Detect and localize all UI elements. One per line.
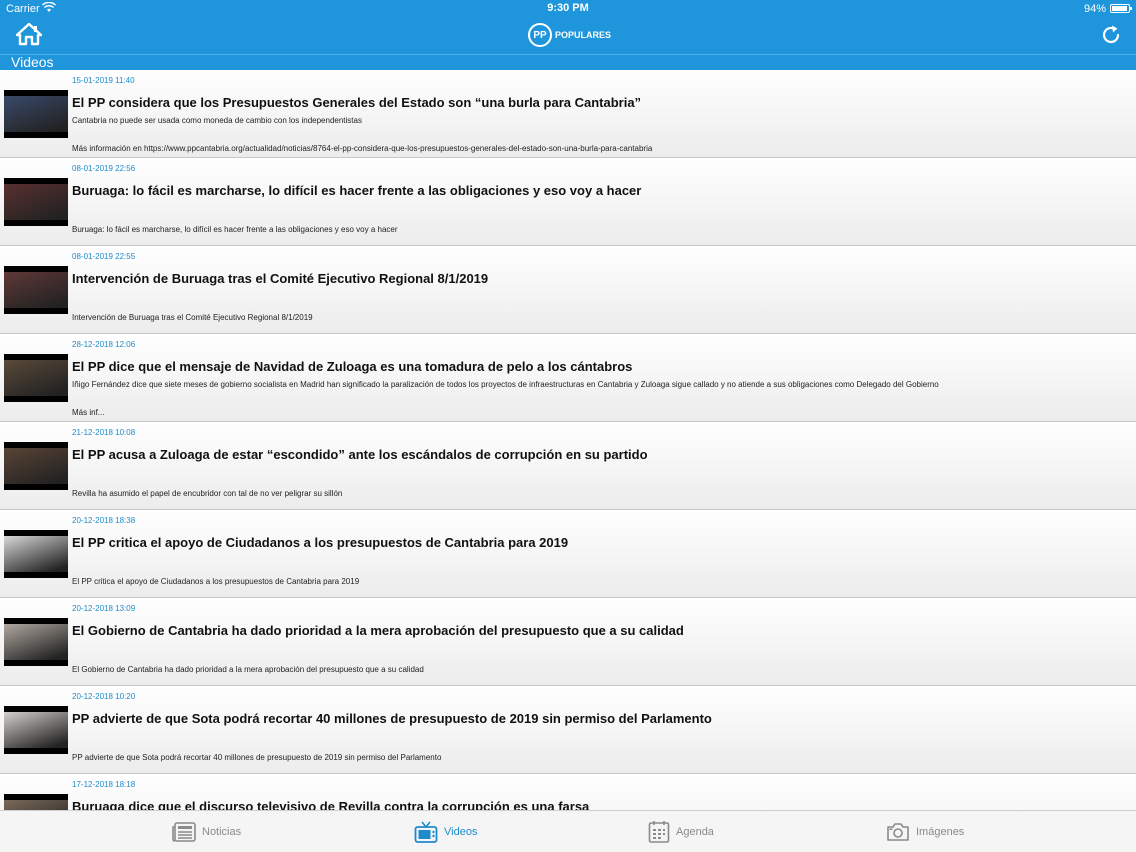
tab-agenda[interactable]: Agenda	[648, 811, 714, 852]
video-thumbnail[interactable]	[4, 794, 68, 810]
video-thumbnail[interactable]	[4, 266, 68, 314]
video-summary: Intervención de Buruaga tras el Comité E…	[72, 313, 313, 322]
video-list-item[interactable]: 20-12-2018 13:09 El Gobierno de Cantabria…	[0, 598, 1136, 686]
thumbnail-image	[4, 624, 68, 660]
video-list-item[interactable]: 08-01-2019 22:55 Intervención de Buruaga …	[0, 246, 1136, 334]
thumbnail-image	[4, 184, 68, 220]
clock-label: 9:30 PM	[547, 2, 589, 14]
video-title[interactable]: El PP dice que el mensaje de Navidad de …	[72, 359, 632, 374]
video-summary: El PP critica el apoyo de Ciudadanos a l…	[72, 577, 360, 586]
video-title[interactable]: Buruaga dice que el discurso televisivo …	[72, 799, 589, 810]
video-summary: El Gobierno de Cantabria ha dado priorid…	[72, 665, 424, 674]
video-summary: Buruaga: lo fácil es marcharse, lo difíc…	[72, 225, 398, 234]
tab-bar: Noticias Videos Agenda Imágenes	[0, 810, 1136, 852]
video-title[interactable]: El PP acusa a Zuloaga de estar “escondid…	[72, 447, 648, 462]
video-title[interactable]: El PP considera que los Presupuestos Gen…	[72, 95, 641, 110]
video-thumbnail[interactable]	[4, 442, 68, 490]
tab-videos[interactable]: Videos	[414, 811, 477, 852]
tv-icon	[414, 821, 438, 843]
video-date: 08-01-2019 22:56	[72, 164, 136, 173]
video-thumbnail[interactable]	[4, 354, 68, 402]
video-title[interactable]: El PP critica el apoyo de Ciudadanos a l…	[72, 535, 568, 550]
thumbnail-image	[4, 536, 68, 572]
video-date: 15-01-2019 11:40	[72, 76, 135, 85]
video-list-item[interactable]: 20-12-2018 18:38 El PP critica el apoyo d…	[0, 510, 1136, 598]
thumbnail-image	[4, 800, 68, 810]
video-date: 17-12-2018 18:18	[72, 780, 136, 789]
video-list-item[interactable]: 21-12-2018 10:08 El PP acusa a Zuloaga de…	[0, 422, 1136, 510]
tab-label: Imágenes	[916, 826, 965, 838]
thumbnail-image	[4, 96, 68, 132]
video-list-item[interactable]: 20-12-2018 10:20 PP advierte de que Sota …	[0, 686, 1136, 774]
video-list-item[interactable]: 17-12-2018 18:18 Buruaga dice que el disc…	[0, 774, 1136, 810]
thumbnail-image	[4, 712, 68, 748]
video-thumbnail[interactable]	[4, 90, 68, 138]
battery-icon	[1110, 4, 1132, 13]
video-thumbnail[interactable]	[4, 530, 68, 578]
video-summary: Cantabria no puede ser usada como moneda…	[72, 116, 362, 125]
newspaper-icon	[172, 822, 196, 842]
video-title[interactable]: Intervención de Buruaga tras el Comité E…	[72, 271, 488, 286]
video-date: 20-12-2018 10:20	[72, 692, 136, 701]
video-date: 20-12-2018 13:09	[72, 604, 136, 613]
video-summary: Revilla ha asumido el papel de encubrido…	[72, 489, 343, 498]
video-thumbnail[interactable]	[4, 618, 68, 666]
party-logo: PP POPULARES	[528, 22, 611, 48]
video-more-info-link[interactable]: Más información en https://www.ppcantabr…	[72, 144, 652, 153]
video-list-item[interactable]: 08-01-2019 22:56 Buruaga: lo fácil es mar…	[0, 158, 1136, 246]
tab-imagenes[interactable]: Imágenes	[886, 811, 964, 852]
tab-noticias[interactable]: Noticias	[172, 811, 241, 852]
video-date: 20-12-2018 18:38	[72, 516, 136, 525]
video-title[interactable]: El Gobierno de Cantabria ha dado priorid…	[72, 623, 684, 638]
thumbnail-image	[4, 272, 68, 308]
thumbnail-image	[4, 360, 68, 396]
video-list[interactable]: 15-01-2019 11:40 El PP considera que los …	[0, 70, 1136, 810]
tab-label: Noticias	[202, 826, 242, 838]
video-thumbnail[interactable]	[4, 706, 68, 754]
video-title[interactable]: Buruaga: lo fácil es marcharse, lo difíc…	[72, 183, 641, 198]
camera-icon	[887, 823, 909, 841]
video-list-item[interactable]: 28-12-2018 12:06 El PP dice que el mensaj…	[0, 334, 1136, 422]
video-date: 08-01-2019 22:55	[72, 252, 136, 261]
section-title: Videos	[11, 54, 54, 70]
video-summary: PP advierte de que Sota podrá recortar 4…	[72, 753, 442, 762]
refresh-button[interactable]	[1100, 24, 1122, 46]
section-header: Videos	[0, 54, 1136, 70]
video-summary: Iñigo Fernández dice que siete meses de …	[72, 380, 939, 389]
status-bar: Carrier 9:30 PM 94%	[0, 0, 1136, 18]
video-title[interactable]: PP advierte de que Sota podrá recortar 4…	[72, 711, 712, 726]
navigation-bar: Carrier 9:30 PM 94% PP POPULARES	[0, 0, 1136, 54]
video-date: 21-12-2018 10:08	[72, 428, 136, 437]
logo-text: POPULARES	[555, 29, 612, 40]
video-more-info-link[interactable]: Más inf...	[72, 408, 104, 417]
tab-label: Videos	[444, 826, 478, 838]
battery-percent: 94%	[1083, 3, 1106, 15]
app-screen: Carrier 9:30 PM 94% PP POPULARES Videos …	[0, 0, 1136, 852]
video-list-item[interactable]: 15-01-2019 11:40 El PP considera que los …	[0, 70, 1136, 158]
refresh-icon	[1102, 25, 1120, 44]
home-button[interactable]	[15, 22, 43, 46]
thumbnail-image	[4, 448, 68, 484]
video-thumbnail[interactable]	[4, 178, 68, 226]
tab-label: Agenda	[676, 826, 714, 838]
video-date: 28-12-2018 12:06	[72, 340, 136, 349]
home-icon	[15, 22, 43, 46]
logo-initials: PP	[528, 23, 552, 47]
calendar-icon	[648, 821, 670, 843]
